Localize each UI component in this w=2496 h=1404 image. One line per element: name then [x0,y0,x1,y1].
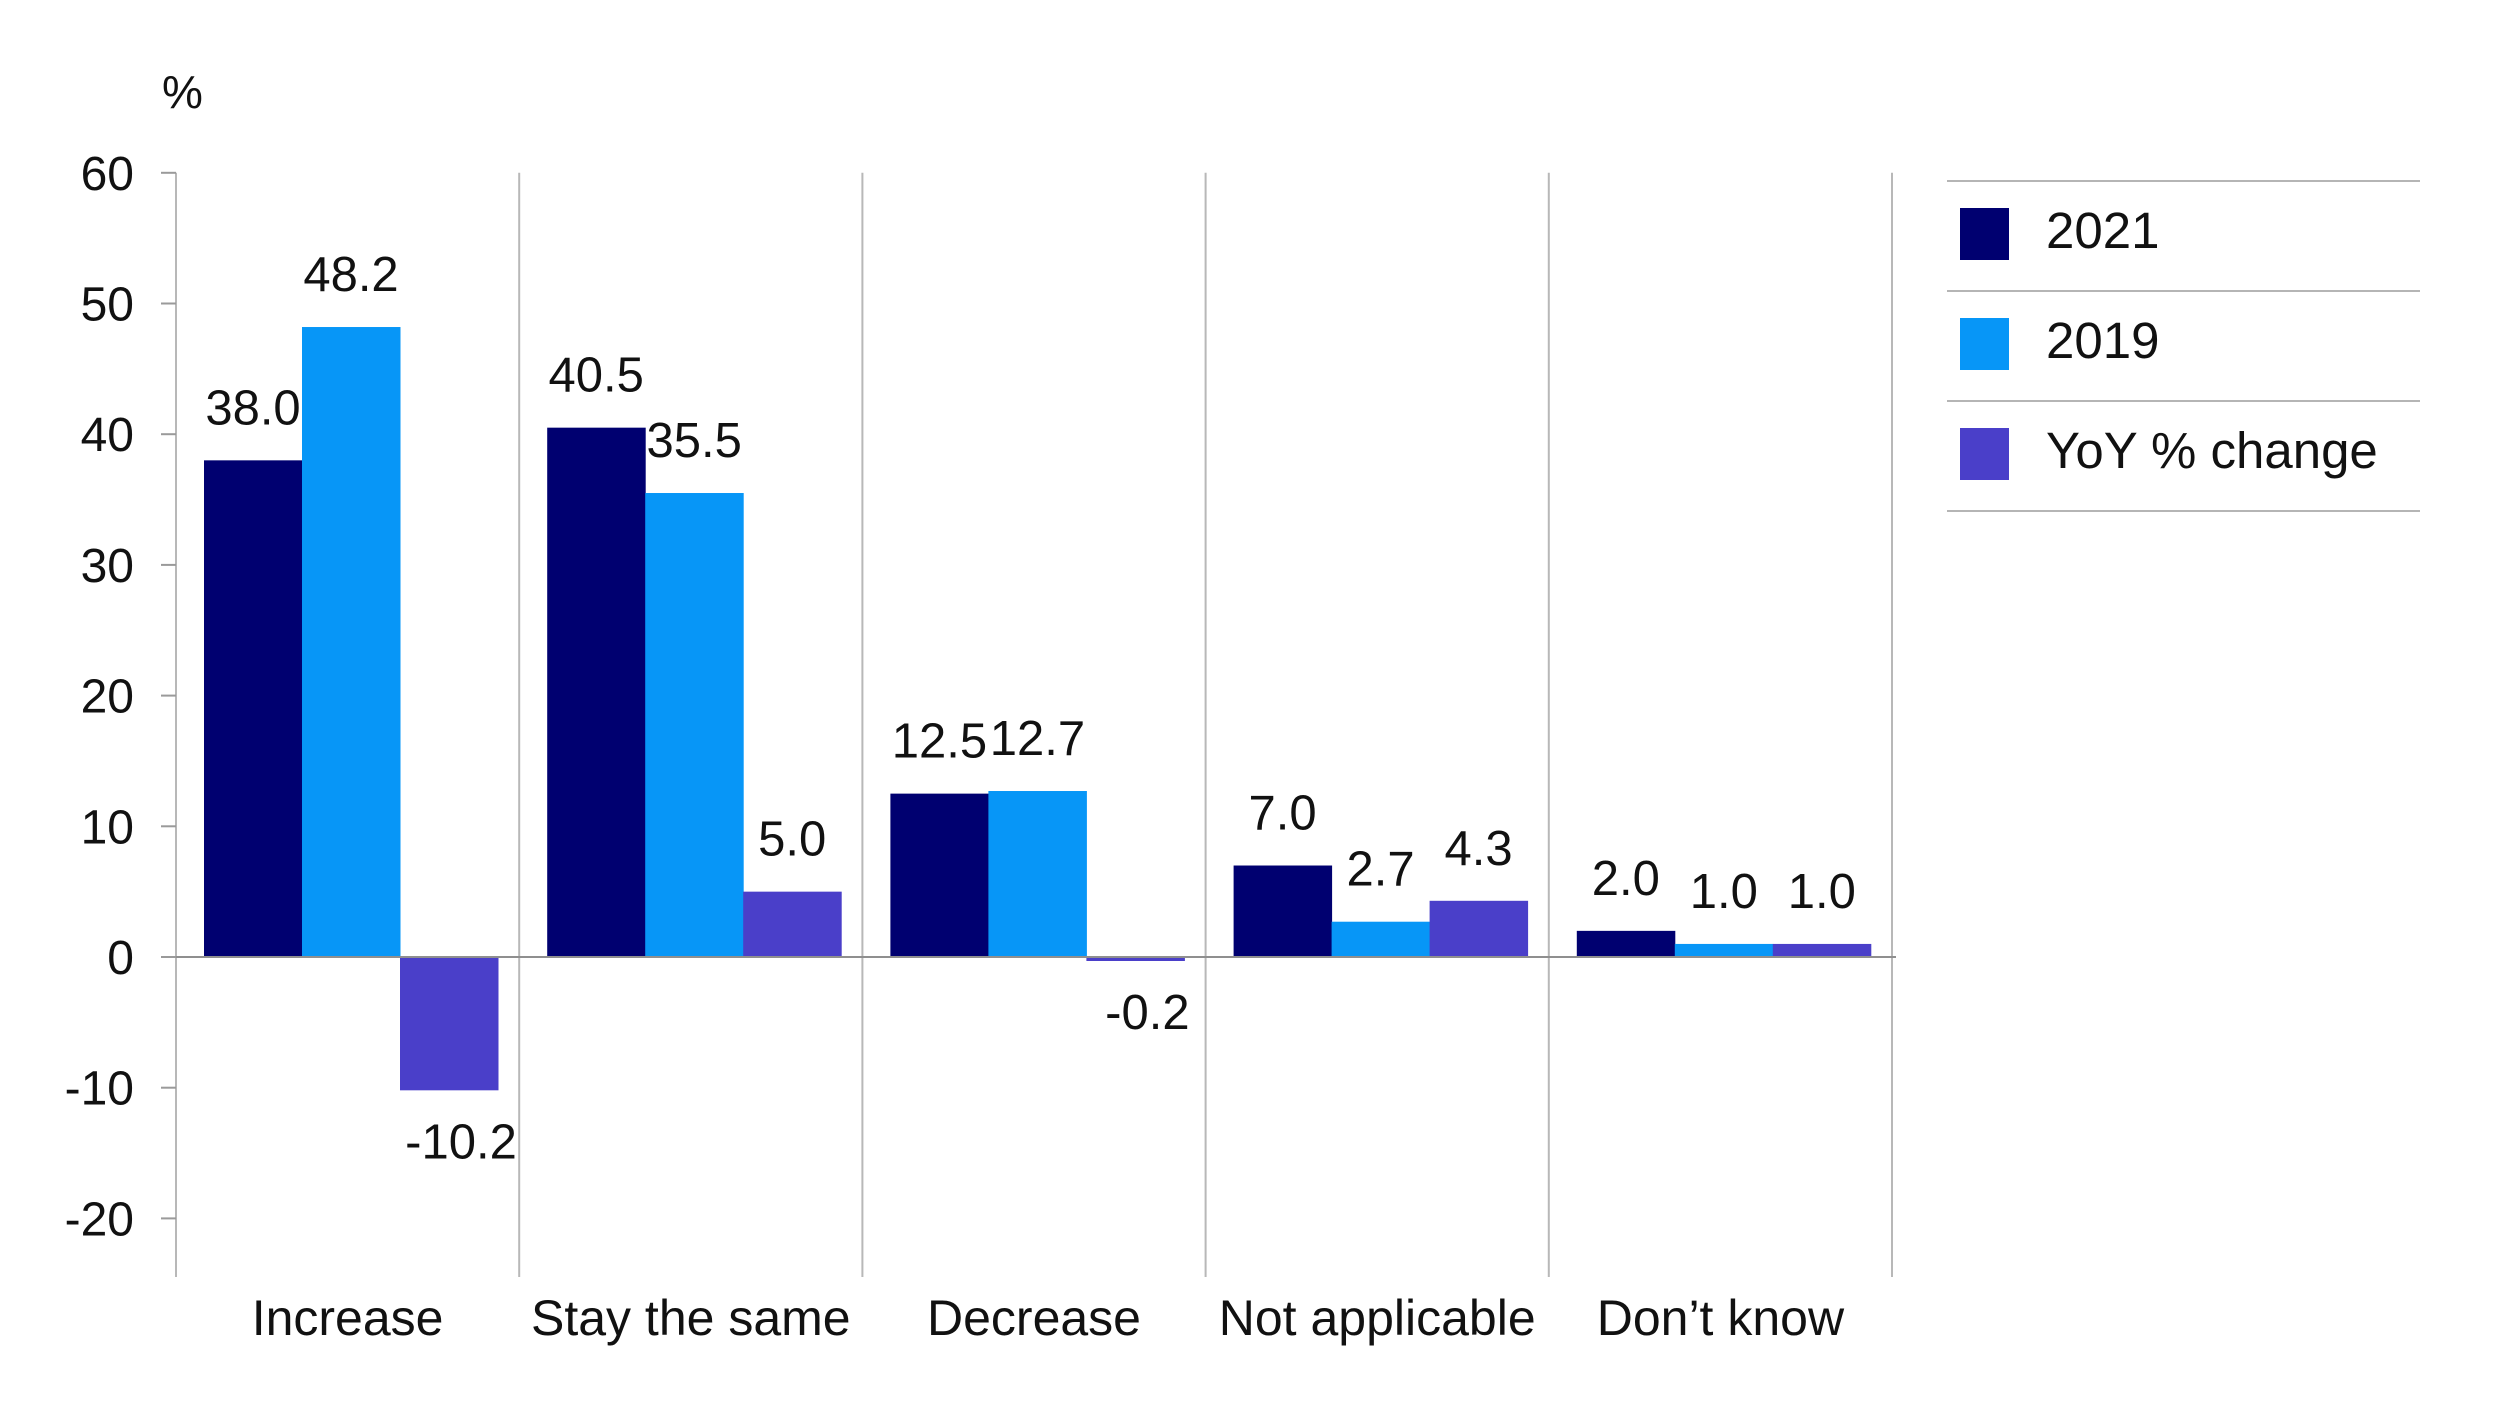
bar-2021-0 [204,460,303,957]
y-tick-label: 60 [81,148,134,201]
legend-label: 2021 [2046,202,2160,259]
bars [204,327,1872,1091]
y-axis-unit-label: % [162,66,203,118]
data-label: -0.2 [1105,986,1189,1040]
x-axis: Increase Stay the same Decrease Not applica… [252,1290,1845,1346]
data-label: 12.5 [892,715,987,769]
legend-label: YoY % change [2046,422,2378,479]
legend-item-2021: 2021 [1947,180,2420,290]
data-label: 40.5 [549,349,644,403]
bar-2021-3 [1233,865,1333,957]
y-tick-label: 50 [81,279,134,332]
y-tick-label: 30 [81,540,134,593]
legend-swatch-2019 [1960,318,2009,370]
bar-2019-0 [302,327,401,957]
bar-yoy-change-0 [400,957,499,1091]
bar-yoy-change-4 [1772,943,1872,957]
legend-item-yoy-change: YoY % change [1947,400,2420,512]
data-label: 35.5 [647,414,742,468]
data-label: 38.0 [205,381,300,435]
data-label: 2.0 [1592,852,1660,906]
bar-2021-1 [547,427,646,957]
bar-yoy-change-3 [1429,900,1529,957]
x-category-label: Decrease [927,1290,1141,1346]
bar-2019-2 [988,791,1087,957]
y-axis: 60 50 40 30 20 10 0 -10 -20 [65,148,176,1246]
legend-swatch-yoy-change [1960,428,2009,480]
bar-2021-4 [1576,930,1676,957]
bar-2019-1 [645,493,744,957]
bar-2019-3 [1331,921,1431,957]
legend-item-2019: 2019 [1947,290,2420,400]
bar-2019-4 [1674,943,1774,957]
y-tick-label: 10 [81,801,134,854]
data-label: 7.0 [1249,787,1317,841]
y-tick-label: 40 [81,409,134,462]
x-category-label: Stay the same [531,1290,851,1346]
legend: 2021 2019 YoY % change [1947,180,2420,512]
x-category-label: Increase [252,1290,444,1346]
data-label: 2.7 [1347,843,1415,897]
data-label: 48.2 [303,248,398,302]
legend-label: 2019 [2046,312,2160,369]
y-tick-label: -20 [65,1193,134,1246]
data-label: 12.7 [990,712,1085,766]
bar-yoy-change-1 [743,891,842,957]
y-tick-label: 0 [107,932,134,985]
data-label: -10.2 [405,1115,517,1169]
x-category-label: Don’t know [1597,1290,1845,1346]
legend-swatch-2021 [1960,208,2009,260]
bar-2021-2 [890,793,989,957]
y-tick-label: -10 [65,1063,134,1116]
data-label: 1.0 [1788,865,1856,919]
y-tick-label: 20 [81,671,134,724]
data-label: 5.0 [758,813,826,867]
data-label: 1.0 [1690,865,1758,919]
data-label: 4.3 [1445,822,1513,876]
x-category-label: Not applicable [1219,1290,1536,1346]
